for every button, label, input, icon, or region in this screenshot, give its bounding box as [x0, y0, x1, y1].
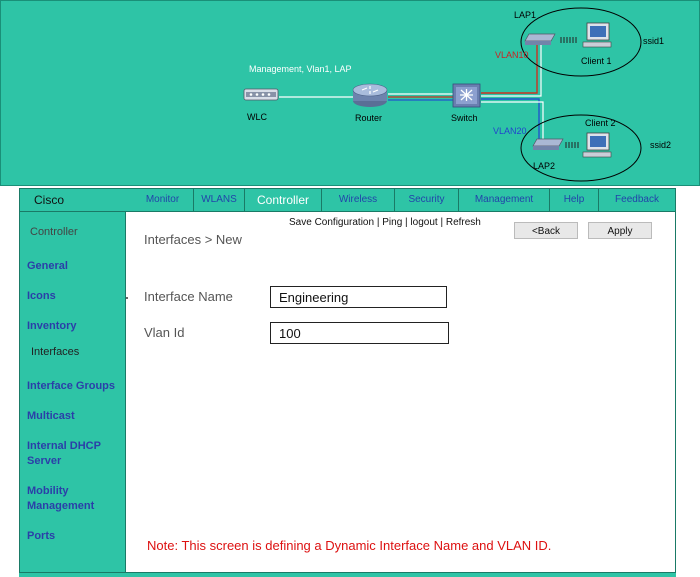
- note-text: Note: This screen is defining a Dynamic …: [147, 538, 552, 553]
- menu-monitor[interactable]: Monitor: [132, 189, 193, 211]
- sidebar-heading: Controller: [30, 226, 78, 238]
- wlc-label: WLC: [247, 112, 267, 122]
- divider-dot: [126, 297, 128, 299]
- vlan20-label: VLAN20: [493, 126, 527, 136]
- top-menu-bar: Cisco Monitor WLANS Controller Wireless …: [20, 189, 675, 212]
- menu-feedback[interactable]: Feedback: [598, 189, 675, 211]
- sidebar-item-general[interactable]: General: [27, 259, 123, 274]
- switch-label: Switch: [451, 113, 478, 123]
- pc-icon[interactable]: [582, 132, 612, 158]
- client2-label: Client 2: [585, 118, 616, 128]
- refresh-link[interactable]: Refresh: [446, 217, 481, 228]
- pc-icon[interactable]: [582, 22, 612, 48]
- sidebar-item-interfaces[interactable]: Interfaces: [31, 345, 127, 360]
- management-label: Management, Vlan1, LAP: [249, 64, 352, 74]
- sidebar-item-mobility-management[interactable]: Mobility Management: [27, 484, 107, 514]
- menu-controller[interactable]: Controller: [244, 189, 321, 211]
- menu-wireless[interactable]: Wireless: [321, 189, 394, 211]
- switch-icon[interactable]: [452, 83, 481, 108]
- bottom-strip: [19, 573, 676, 577]
- sidebar-item-ports[interactable]: Ports: [27, 529, 123, 544]
- network-topology: Management, Vlan1, LAP WLC Router Switch…: [0, 0, 700, 186]
- sidebar-item-internal-dhcp-server[interactable]: Internal DHCP Server: [27, 439, 107, 469]
- link-separator: |: [405, 217, 408, 228]
- brand-logo: Cisco: [34, 193, 65, 207]
- topology-diagram: [243, 7, 642, 182]
- ssid2-label: ssid2: [650, 140, 672, 150]
- ssid1-label: ssid1: [643, 36, 665, 46]
- interface-name-label: Interface Name: [144, 289, 233, 304]
- sidebar-item-multicast[interactable]: Multicast: [27, 409, 123, 424]
- main-content: Save Configuration | Ping | logout | Ref…: [126, 212, 674, 572]
- sidebar-item-icons[interactable]: Icons: [27, 289, 123, 304]
- logout-link[interactable]: logout: [410, 217, 437, 228]
- client1-label: Client 1: [581, 56, 612, 66]
- save-configuration-link[interactable]: Save Configuration: [289, 217, 374, 228]
- menu-wlans[interactable]: WLANS: [193, 189, 244, 211]
- access-point-icon[interactable]: [532, 138, 579, 150]
- access-point-icon[interactable]: [524, 33, 577, 45]
- router-label: Router: [355, 113, 383, 123]
- top-links: Save Configuration | Ping | logout | Ref…: [289, 217, 481, 228]
- vlan-id-label: Vlan Id: [144, 325, 185, 340]
- router-icon[interactable]: [352, 83, 388, 107]
- link-separator: |: [440, 217, 444, 228]
- sidebar-item-inventory[interactable]: Inventory: [27, 319, 123, 334]
- sidebar: Controller General Icons Inventory Inter…: [20, 212, 126, 572]
- vlan10-label: VLAN10: [495, 50, 529, 60]
- apply-button[interactable]: Apply: [588, 222, 652, 239]
- sidebar-item-interface-groups[interactable]: Interface Groups: [27, 379, 123, 394]
- lap2-label: LAP2: [533, 161, 556, 171]
- menu-security[interactable]: Security: [394, 189, 458, 211]
- link-separator: |: [376, 217, 380, 228]
- back-button[interactable]: <Back: [514, 222, 578, 239]
- lap1-label: LAP1: [514, 10, 537, 20]
- wlc-icon[interactable]: [243, 88, 279, 101]
- interface-name-input[interactable]: [270, 286, 447, 308]
- ping-link[interactable]: Ping: [382, 217, 402, 228]
- vlan-id-input[interactable]: [270, 322, 449, 344]
- menu-help[interactable]: Help: [549, 189, 598, 211]
- breadcrumb: Interfaces > New: [144, 232, 242, 247]
- controller-window: Cisco Monitor WLANS Controller Wireless …: [19, 188, 676, 573]
- menu-management[interactable]: Management: [458, 189, 549, 211]
